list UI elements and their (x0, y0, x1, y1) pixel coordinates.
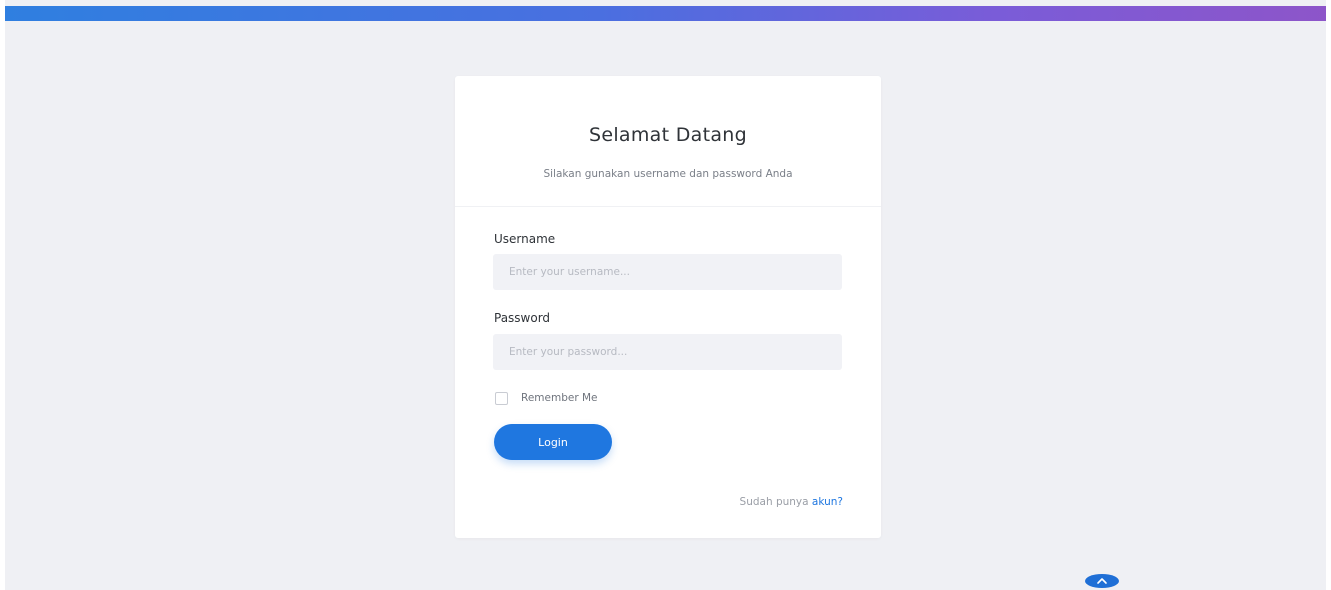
login-card: Selamat Datang Silakan gunakan username … (455, 76, 881, 538)
password-input[interactable] (493, 334, 842, 370)
password-label: Password (494, 311, 551, 325)
account-prompt: Sudah punya akun? (740, 496, 843, 508)
page-subtitle: Silakan gunakan username dan password An… (543, 168, 793, 180)
page-background: Selamat Datang Silakan gunakan username … (5, 0, 1326, 590)
page-title: Selamat Datang (589, 124, 747, 146)
remember-me-checkbox[interactable] (495, 391, 508, 405)
top-gradient-bar (5, 6, 1326, 21)
remember-me-label: Remember Me (521, 392, 598, 404)
login-button[interactable]: Login (494, 424, 612, 460)
username-input[interactable] (493, 254, 842, 290)
account-prompt-text: Sudah punya (739, 496, 812, 508)
account-link[interactable]: akun? (812, 496, 843, 508)
remember-me[interactable]: Remember Me (495, 391, 598, 405)
chevron-up-icon (1097, 578, 1107, 584)
scroll-top-button[interactable] (1085, 574, 1119, 588)
username-label: Username (494, 232, 556, 246)
card-header: Selamat Datang Silakan gunakan username … (455, 76, 881, 207)
